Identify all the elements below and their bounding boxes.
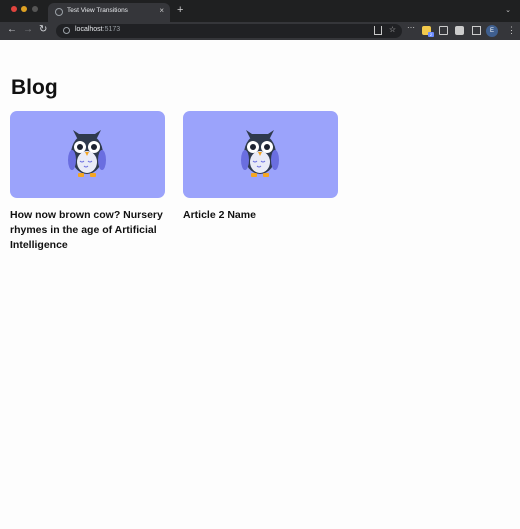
tab-active[interactable]: Test View Transitions ×	[48, 3, 170, 22]
owl-icon	[241, 130, 279, 177]
tab-title: Test View Transitions	[67, 7, 128, 14]
extension-box-icon[interactable]	[439, 26, 448, 35]
browser-window: Test View Transitions × + ⌄ ← → ↻ localh…	[0, 0, 520, 529]
article-card[interactable]: How now brown cow? Nursery rhymes in the…	[10, 111, 165, 253]
owl-icon	[68, 130, 106, 177]
side-panel-icon[interactable]	[472, 26, 481, 35]
article-title[interactable]: How now brown cow? Nursery rhymes in the…	[10, 208, 165, 253]
kebab-menu-icon[interactable]: ⋮	[507, 25, 516, 36]
minimize-window-button[interactable]	[21, 6, 27, 12]
new-tab-button[interactable]: +	[177, 5, 183, 16]
tab-strip: Test View Transitions × + ⌄	[0, 0, 520, 22]
page-content: Blog How now brown cow? Nursery rhymes i…	[0, 40, 520, 529]
info-icon[interactable]	[63, 27, 70, 34]
star-icon[interactable]: ☆	[389, 25, 396, 34]
maximize-window-button[interactable]	[32, 6, 38, 12]
profile-avatar[interactable]: E	[486, 25, 498, 37]
page-title: Blog	[11, 76, 58, 99]
close-window-button[interactable]	[11, 6, 17, 12]
url-port: :5173	[102, 26, 121, 33]
tab-close-icon[interactable]: ×	[159, 6, 164, 16]
article-title[interactable]: Article 2 Name	[183, 208, 338, 223]
article-image[interactable]	[183, 111, 338, 198]
tab-search-icon[interactable]: ⌄	[505, 6, 511, 14]
article-image[interactable]	[10, 111, 165, 198]
address-bar[interactable]: localhost:5173 ☆	[56, 24, 402, 38]
puzzle-icon[interactable]	[455, 26, 464, 35]
extension-badge: 2	[428, 32, 434, 37]
share-icon[interactable]	[374, 26, 382, 35]
more-extensions-icon[interactable]: ⋯	[407, 23, 416, 32]
forward-icon[interactable]: →	[23, 24, 33, 36]
back-icon[interactable]: ←	[7, 24, 17, 36]
article-card[interactable]: Article 2 Name	[183, 111, 338, 223]
browser-toolbar: ← → ↻ localhost:5173 ☆ ⋯ 2 E ⋮	[0, 22, 520, 40]
globe-icon	[55, 8, 63, 16]
url-host: localhost	[75, 26, 103, 33]
reload-icon[interactable]: ↻	[39, 24, 47, 36]
url-text: localhost:5173	[75, 26, 120, 33]
